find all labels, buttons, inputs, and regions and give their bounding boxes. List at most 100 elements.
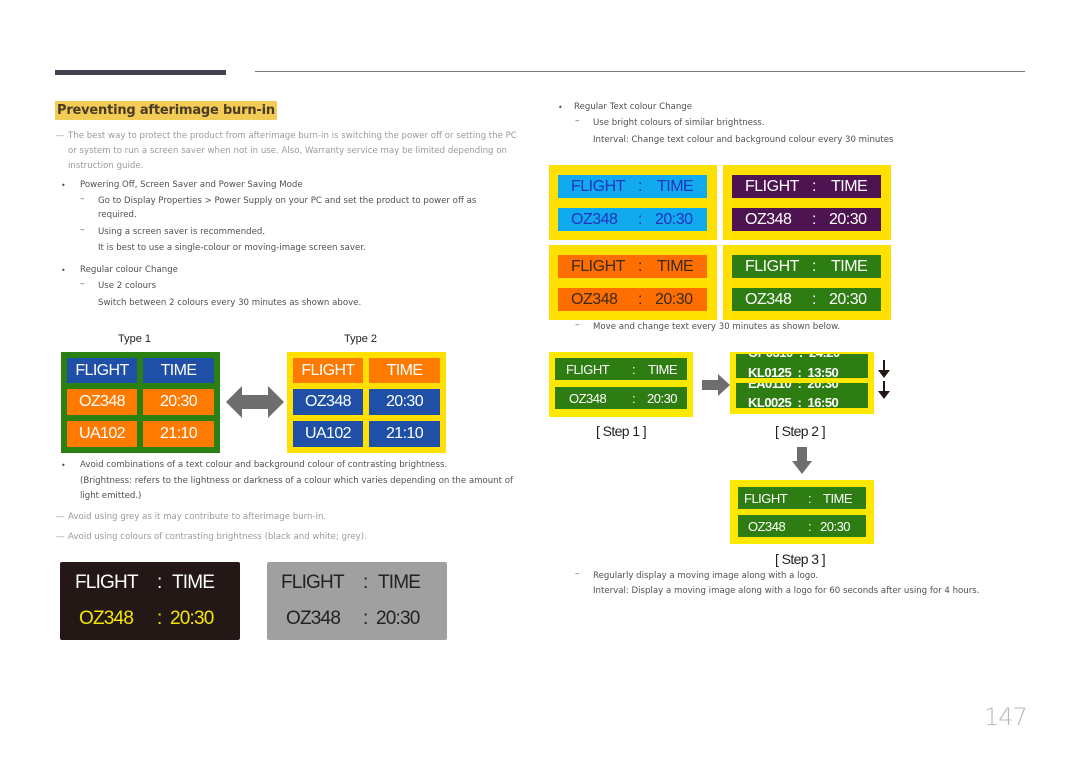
flight-label: FLIGHT <box>566 361 610 377</box>
time-label: TIME <box>823 490 853 506</box>
time-label: TIME <box>831 257 868 275</box>
flight-label: FLIGHT <box>571 257 625 275</box>
colon: : <box>638 290 642 308</box>
arrow-down-icon <box>792 447 812 474</box>
colour-panel: FLIGHT: TIME OZ348:20:30 <box>549 165 717 240</box>
arrow-right-icon <box>702 374 730 396</box>
step3-label: [ Step 3 ] <box>775 551 826 567</box>
scrolling-text: EA0110 : 20:30 <box>748 383 839 391</box>
page-number: 147 <box>984 703 1028 731</box>
arrow-down-icon <box>878 360 890 378</box>
flight-value: OZ348 <box>745 290 792 308</box>
colon: : <box>638 177 642 195</box>
note-dash-icon: — <box>56 131 65 141</box>
sub-item-screen-saver: Using a screen saver is recommended. <box>98 227 266 237</box>
colour-panel-row: OZ348:20:30 <box>732 208 881 231</box>
flight-value: OZ348 <box>569 390 607 406</box>
type1-cell: FLIGHT <box>67 358 137 383</box>
type1-cell: 20:30 <box>143 389 214 415</box>
scrolling-text: KL0125 : 13:50 <box>748 365 839 378</box>
type2-label: Type 2 <box>344 333 378 345</box>
bullet-avoid-contrast: Avoid combinations of a text colour and … <box>80 460 448 470</box>
step1-bar-header: FLIGHT : TIME <box>555 358 687 380</box>
colon: : <box>157 608 163 629</box>
type1-cell: 21:10 <box>143 421 214 447</box>
note-dash-icon: — <box>56 512 65 522</box>
grey-panel: FLIGHT : TIME OZ348 : 20:30 <box>267 562 447 640</box>
flight-value: OZ348 <box>748 518 786 534</box>
colour-panel: FLIGHT: TIME OZ348:20:30 <box>549 245 717 320</box>
header-accent-bar <box>55 70 226 75</box>
colon: : <box>808 518 812 534</box>
type2-cell: 21:10 <box>369 421 440 447</box>
step1-label: [ Step 1 ] <box>596 423 647 439</box>
note-avoid-grey: — Avoid using grey as it may contribute … <box>56 510 326 525</box>
sub-item-screen-saver-detail: It is best to use a single-colour or mov… <box>98 243 366 253</box>
time-value: 20:30 <box>655 210 693 228</box>
time-label: TIME <box>378 572 421 593</box>
dark-panel: FLIGHT : TIME OZ348 : 20:30 <box>60 562 240 640</box>
step2-bar-2: EA0110 : 20:30 KL0025 : 16:50 <box>736 383 868 408</box>
time-value: 20:30 <box>829 210 867 228</box>
colon: : <box>363 608 369 629</box>
time-label: TIME <box>831 177 868 195</box>
flight-label: FLIGHT <box>745 257 799 275</box>
step2-bar-1: OP0310 : 24:20 KL0125 : 13:50 <box>736 352 868 378</box>
section-title: Preventing afterimage burn-in <box>55 101 277 120</box>
time-label: TIME <box>657 177 694 195</box>
colon: : <box>812 290 816 308</box>
logo-note: Regularly display a moving image along w… <box>593 571 819 581</box>
bullet-icon: • <box>558 103 563 112</box>
type2-cell: OZ348 <box>293 389 363 415</box>
time-label: TIME <box>172 572 215 593</box>
flight-label: FLIGHT <box>744 490 788 506</box>
colour-panel-header: FLIGHT: TIME <box>558 175 707 198</box>
dash-icon: – <box>80 279 85 289</box>
colon: : <box>812 210 816 228</box>
colon: : <box>812 177 816 195</box>
type2-cell: FLIGHT <box>293 358 363 383</box>
bullet-icon: • <box>61 266 66 275</box>
time-label: TIME <box>648 361 678 377</box>
flight-label: FLIGHT <box>75 572 139 593</box>
type2-cell: TIME <box>369 358 440 383</box>
sub-item-display-properties-cont: required. <box>98 210 137 220</box>
step3-bar-header: FLIGHT : TIME <box>738 487 866 509</box>
logo-note-interval: Interval: Display a moving image along w… <box>593 586 980 596</box>
flight-value: OZ348 <box>79 608 134 629</box>
colour-panel-row: OZ348:20:30 <box>558 208 707 231</box>
colon: : <box>638 257 642 275</box>
time-value: 20:30 <box>647 390 678 406</box>
bullet-regular-text-colour-change: Regular Text colour Change <box>574 102 693 112</box>
dash-icon: – <box>80 225 85 235</box>
bullet-regular-colour-change: Regular colour Change <box>80 265 178 275</box>
colon: : <box>157 572 163 593</box>
arrow-down-icon <box>878 381 890 399</box>
move-note: Move and change text every 30 minutes as… <box>593 322 841 332</box>
bullet-icon: • <box>61 181 66 190</box>
sub-item-bright-colours: Use bright colours of similar brightness… <box>593 118 765 128</box>
colour-panel: FLIGHT: TIME OZ348:20:30 <box>723 165 891 240</box>
flight-label: FLIGHT <box>745 177 799 195</box>
scrolling-text: KL0025 : 16:50 <box>748 395 839 408</box>
step1-panel: FLIGHT : TIME OZ348 : 20:30 <box>549 352 693 417</box>
header-rule <box>255 71 1025 72</box>
type2-cell: UA102 <box>293 421 363 447</box>
colour-panel-header: FLIGHT: TIME <box>732 255 881 278</box>
colon: : <box>632 361 636 377</box>
flight-value: OZ348 <box>571 290 618 308</box>
time-value: 20:30 <box>655 290 693 308</box>
bullet-avoid-contrast-detail: (Brightness: refers to the lightness or … <box>80 476 514 486</box>
flight-label: FLIGHT <box>571 177 625 195</box>
step1-bar-row: OZ348 : 20:30 <box>555 387 687 409</box>
dash-icon: – <box>575 116 580 126</box>
sub-item-switch-colours: Switch between 2 colours every 30 minute… <box>98 298 362 308</box>
bullet-avoid-contrast-detail-cont: light emitted.) <box>80 491 142 501</box>
flight-label: FLIGHT <box>281 572 345 593</box>
note-avoid-contrast: — Avoid using colours of contrasting bri… <box>56 530 367 545</box>
step2-panel: OP0310 : 24:20 KL0125 : 13:50 EA0110 : 2… <box>730 352 874 414</box>
type2-cell: 20:30 <box>369 389 440 415</box>
type1-cell: UA102 <box>67 421 137 447</box>
sub-item-interval: Interval: Change text colour and backgro… <box>593 135 894 145</box>
type1-cell: TIME <box>143 358 214 383</box>
